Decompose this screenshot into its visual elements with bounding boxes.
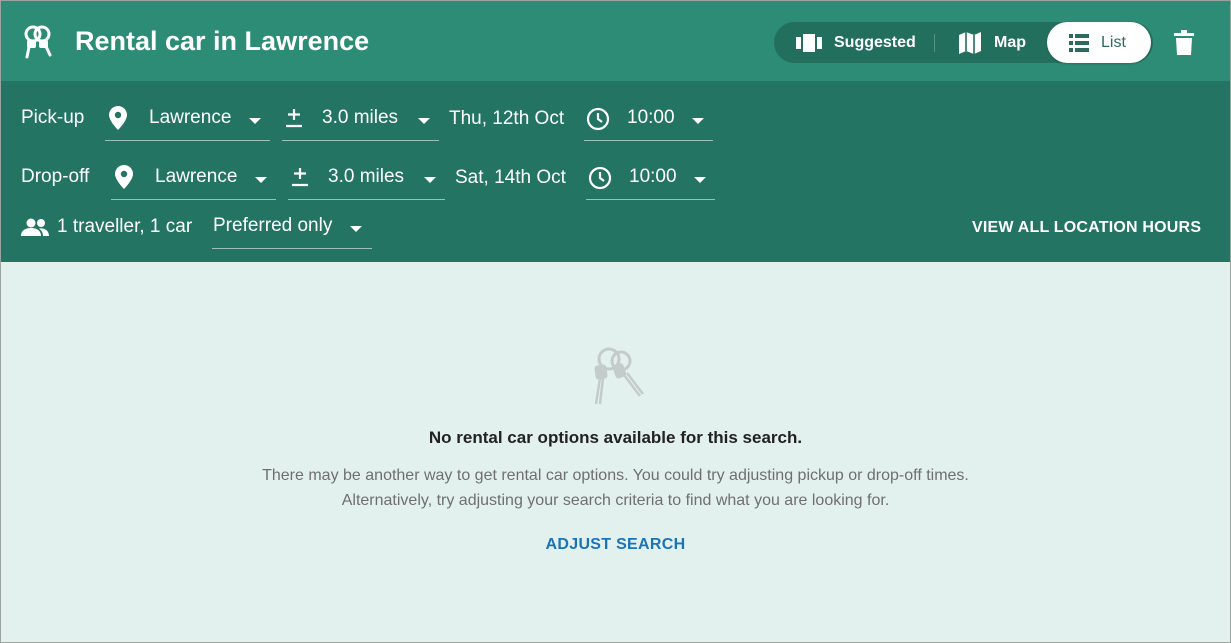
chevron-down-icon: [249, 118, 261, 124]
dropoff-location-value: Lawrence: [155, 166, 238, 187]
pickup-radius-dropdown[interactable]: 3.0 miles: [282, 99, 439, 141]
view-toggle: Suggested Map List: [774, 22, 1153, 63]
dropoff-date[interactable]: Sat, 14th Oct: [455, 167, 566, 189]
pickup-time-dropdown[interactable]: 10:00: [584, 99, 713, 141]
app-window: Rental car in Lawrence Suggested Map Lis…: [0, 0, 1231, 643]
dropoff-time-value: 10:00: [629, 166, 677, 187]
dropoff-radius-dropdown[interactable]: 3.0 miles: [288, 158, 445, 200]
map-icon: [959, 31, 981, 54]
list-label: List: [1101, 33, 1126, 51]
trash-icon[interactable]: [1173, 30, 1195, 56]
preference-dropdown[interactable]: Preferred only: [212, 207, 372, 249]
chevron-down-icon: [692, 118, 704, 124]
pickup-time-value: 10:00: [627, 107, 675, 128]
pickup-date[interactable]: Thu, 12th Oct: [449, 108, 564, 130]
carousel-icon: [796, 33, 822, 52]
adjust-search-link[interactable]: ADJUST SEARCH: [1, 536, 1230, 554]
pickup-label: Pick-up: [21, 107, 85, 128]
people-icon: [21, 218, 49, 236]
page-title: Rental car in Lawrence: [75, 26, 370, 56]
chevron-down-icon: [424, 177, 436, 183]
list-view-button[interactable]: List: [1047, 22, 1151, 63]
dropoff-radius-value: 3.0 miles: [328, 166, 405, 187]
location-pin-icon: [115, 165, 133, 189]
suggested-view-button[interactable]: Suggested: [796, 22, 916, 63]
dropoff-label: Drop-off: [21, 166, 90, 187]
preference-value: Preferred only: [213, 215, 333, 236]
car-keys-icon: [594, 347, 644, 405]
traveller-selector[interactable]: 1 traveller, 1 car: [21, 216, 192, 238]
empty-state-message-line1: There may be another way to get rental c…: [262, 467, 969, 484]
chevron-down-icon: [255, 177, 267, 183]
map-label: Map: [994, 33, 1026, 51]
pickup-location-dropdown[interactable]: Lawrence: [105, 99, 270, 141]
pickup-location-value: Lawrence: [149, 107, 232, 128]
suggested-label: Suggested: [834, 33, 916, 51]
empty-state-message-line2: Alternatively, try adjusting your search…: [341, 492, 890, 509]
toggle-divider: [934, 34, 935, 52]
empty-state-heading: No rental car options available for this…: [428, 428, 803, 447]
view-location-hours-link[interactable]: VIEW ALL LOCATION HOURS: [972, 219, 1201, 237]
dropoff-time-dropdown[interactable]: 10:00: [586, 158, 715, 200]
empty-state: No rental car options available for this…: [1, 262, 1230, 642]
traveller-value: 1 traveller, 1 car: [57, 216, 193, 237]
clock-icon: [586, 107, 610, 131]
search-filters: Pick-up Lawrence 3.0 miles Thu, 12th Oct…: [1, 81, 1230, 262]
header-bar: Rental car in Lawrence Suggested Map Lis…: [1, 1, 1230, 81]
clock-icon: [588, 166, 612, 190]
plus-minus-icon: [286, 109, 302, 128]
chevron-down-icon: [418, 118, 430, 124]
chevron-down-icon: [694, 177, 706, 183]
location-pin-icon: [109, 106, 127, 130]
dropoff-location-dropdown[interactable]: Lawrence: [111, 158, 276, 200]
plus-minus-icon: [292, 168, 308, 187]
chevron-down-icon: [350, 226, 362, 232]
pickup-radius-value: 3.0 miles: [322, 107, 399, 128]
map-view-button[interactable]: Map: [958, 22, 1026, 63]
car-keys-icon: [24, 25, 52, 59]
list-icon: [1069, 33, 1089, 52]
